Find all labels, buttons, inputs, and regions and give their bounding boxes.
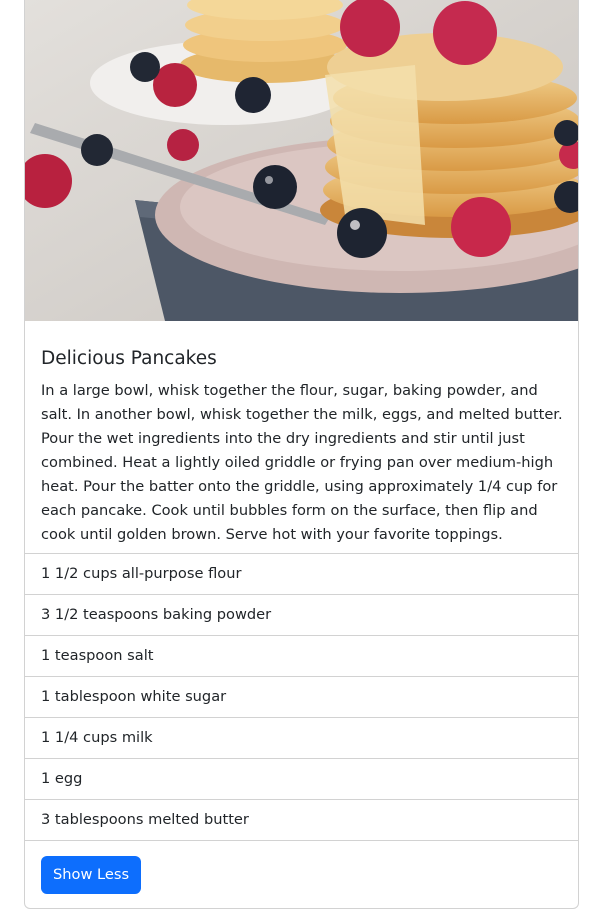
ingredient-item: 3 1/2 teaspoons baking powder bbox=[25, 595, 578, 636]
recipe-description: In a large bowl, whisk together the flou… bbox=[41, 382, 563, 543]
ingredient-item: 1 1/4 cups milk bbox=[25, 718, 578, 759]
card-footer: Show Less bbox=[25, 840, 578, 908]
recipe-image bbox=[25, 0, 578, 321]
ingredient-item: 1 teaspoon salt bbox=[25, 636, 578, 677]
ingredient-list: 1 1/2 cups all-purpose flour 3 1/2 teasp… bbox=[25, 553, 578, 841]
ingredient-item: 1 egg bbox=[25, 759, 578, 800]
ingredient-item: 1 1/2 cups all-purpose flour bbox=[25, 554, 578, 595]
recipe-title: Delicious Pancakes bbox=[41, 348, 217, 369]
show-less-button[interactable]: Show Less bbox=[41, 856, 142, 894]
card-body: Delicious Pancakes In a large bowl, whis… bbox=[25, 321, 578, 563]
ingredient-item: 3 tablespoons melted butter bbox=[25, 800, 578, 841]
recipe-card: Delicious Pancakes In a large bowl, whis… bbox=[24, 0, 579, 909]
ingredient-item: 1 tablespoon white sugar bbox=[25, 677, 578, 718]
